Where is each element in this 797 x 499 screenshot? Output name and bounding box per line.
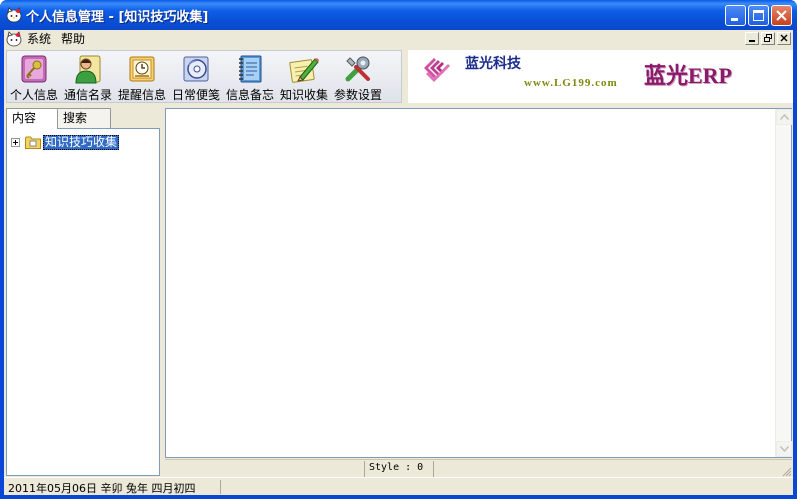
mdi-minimize-button[interactable] xyxy=(745,32,759,45)
key-icon xyxy=(21,55,47,83)
toolbar-label: 提醒信息 xyxy=(117,88,166,102)
toolbar-memo-button[interactable]: 信息备忘 xyxy=(223,51,277,102)
toolbar-contacts-button[interactable]: 通信名录 xyxy=(61,51,115,102)
status-divider xyxy=(433,461,434,477)
mdi-close-button[interactable] xyxy=(777,32,791,45)
toolbar-knowledge-button[interactable]: 知识收集 xyxy=(277,51,331,102)
toolbar-label: 日常便笺 xyxy=(171,88,220,102)
resize-grip-icon[interactable] xyxy=(780,465,792,477)
restore-icon xyxy=(764,34,772,42)
title-bar[interactable]: 个人信息管理 - [知识技巧收集] xyxy=(0,0,797,30)
style-indicator: Style : 0 xyxy=(369,462,424,473)
toolbar-reminder-button[interactable]: 提醒信息 xyxy=(115,51,169,102)
left-tabs: 内容 搜索 xyxy=(6,108,111,129)
maximize-button[interactable] xyxy=(748,5,769,26)
tree-item-label[interactable]: 知识技巧收集 xyxy=(43,134,120,150)
menu-help[interactable]: 帮助 xyxy=(56,30,90,48)
close-button[interactable] xyxy=(771,5,792,26)
editor-area[interactable] xyxy=(165,108,792,458)
scroll-down-button[interactable] xyxy=(776,441,792,457)
toolbar-personal-info-button[interactable]: 个人信息 xyxy=(7,51,61,102)
tab-contents[interactable]: 内容 xyxy=(6,108,58,129)
clock-icon xyxy=(129,56,155,82)
maximize-icon xyxy=(753,10,764,21)
pencil-note-icon xyxy=(289,58,319,83)
tools-icon xyxy=(345,56,370,82)
menu-system[interactable]: 系统 xyxy=(22,30,56,48)
toolbar-daily-notes-button[interactable]: 日常便笺 xyxy=(169,51,223,102)
status-date: 2011年05月06日 辛卯 兔年 四月初四 xyxy=(8,482,196,495)
company-name: 蓝光科技 xyxy=(465,56,521,72)
hello-kitty-icon[interactable] xyxy=(6,31,22,47)
main-toolbar: 个人信息 通信名录 提醒信息 日常便笺 信息备忘 知识收集 参数设置 xyxy=(6,50,402,103)
toolbar-settings-button[interactable]: 参数设置 xyxy=(331,51,385,102)
arrow-up-icon xyxy=(780,114,789,120)
product-name: 蓝光ERP xyxy=(644,63,733,88)
client-area: 系统 帮助 个人信息 通信名录 提醒信息 日常便笺 信息备忘 知识收集 参数设置… xyxy=(4,30,793,495)
notebook-icon xyxy=(239,55,262,83)
toolbar-label: 信息备忘 xyxy=(225,88,274,102)
minimize-button[interactable] xyxy=(725,5,746,26)
minimize-icon xyxy=(749,40,755,42)
mdi-restore-button[interactable] xyxy=(761,32,775,45)
expand-plus-icon[interactable] xyxy=(11,137,20,147)
cd-icon xyxy=(183,56,209,82)
folder-icon xyxy=(25,136,41,149)
toolbar-label: 知识收集 xyxy=(279,88,328,102)
toolbar-label: 参数设置 xyxy=(333,88,382,102)
status-segment xyxy=(165,461,365,477)
minimize-icon xyxy=(731,18,738,21)
close-icon xyxy=(776,10,787,21)
arrow-down-icon xyxy=(780,446,789,452)
scroll-up-button[interactable] xyxy=(776,109,792,125)
window-title: 个人信息管理 - [知识技巧收集] xyxy=(26,10,209,25)
status-divider xyxy=(220,480,221,494)
tree-item[interactable]: 知识技巧收集 xyxy=(11,134,120,150)
close-icon xyxy=(780,34,788,42)
hello-kitty-icon xyxy=(6,7,22,23)
company-logo-icon xyxy=(424,58,450,82)
left-panel: 内容 搜索 知识技巧收集 xyxy=(6,108,160,476)
app-window: 个人信息管理 - [知识技巧收集] 系统 帮助 个人信息 通信名录 提醒信息 日… xyxy=(0,0,797,499)
contacts-icon xyxy=(75,55,101,84)
menu-bar: 系统 帮助 xyxy=(4,30,793,48)
toolbar-label: 个人信息 xyxy=(9,88,58,102)
editor-status-bar: Style : 0 xyxy=(165,459,792,477)
tab-search[interactable]: 搜索 xyxy=(57,108,111,128)
company-url: www.LG199.com xyxy=(524,77,618,89)
tree-view[interactable]: 知识技巧收集 xyxy=(6,128,160,476)
vertical-scrollbar[interactable] xyxy=(775,109,792,457)
toolbar-label: 通信名录 xyxy=(63,88,112,102)
company-banner: 蓝光科技 www.LG199.com 蓝光ERP xyxy=(408,50,793,103)
status-bar: 2011年05月06日 辛卯 兔年 四月初四 xyxy=(4,477,793,495)
